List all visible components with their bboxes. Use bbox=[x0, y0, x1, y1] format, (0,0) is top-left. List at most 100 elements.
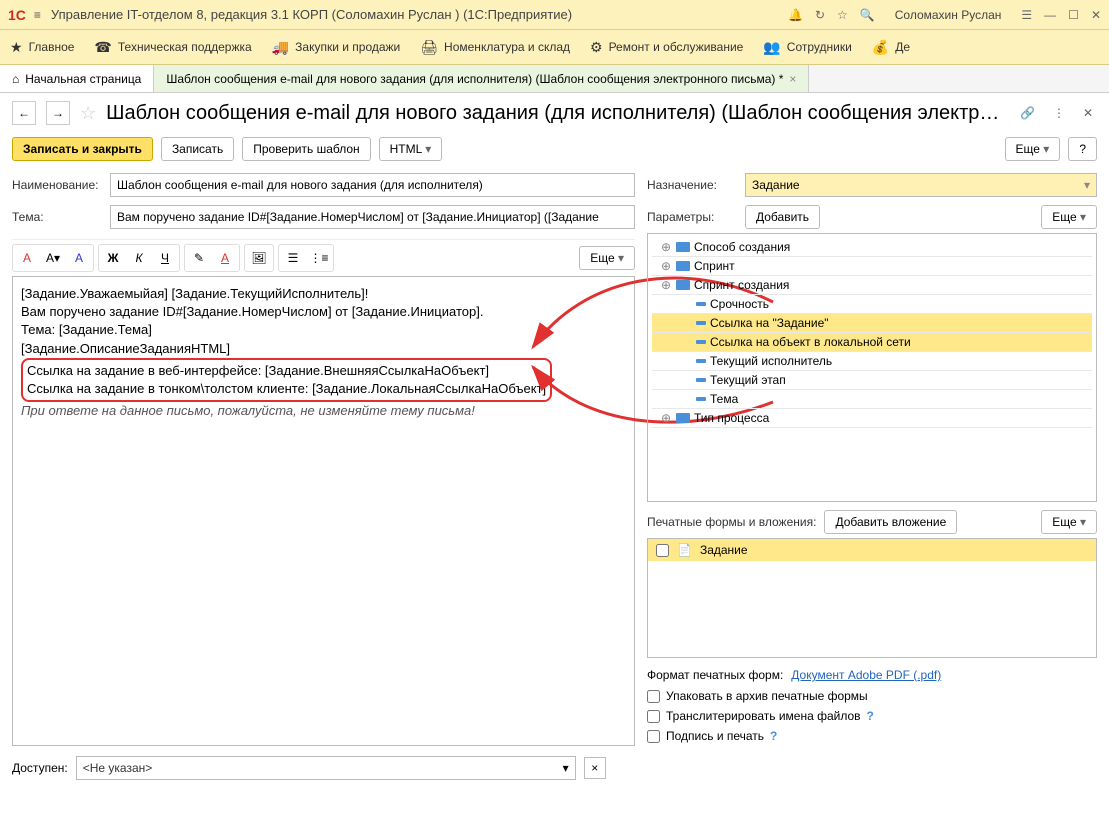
expand-icon[interactable]: ⊕ bbox=[660, 259, 672, 273]
chevron-down-icon[interactable]: ▾ bbox=[1084, 178, 1090, 192]
available-combo[interactable]: <Не указан> ▾ bbox=[76, 756, 576, 780]
expand-icon[interactable]: ⊕ bbox=[660, 278, 672, 292]
archive-checkbox[interactable] bbox=[647, 690, 660, 703]
tree-item[interactable]: Ссылка на "Задание" bbox=[652, 314, 1092, 333]
font-larger-button[interactable]: A bbox=[67, 247, 91, 269]
attach-item-label: Задание bbox=[700, 543, 748, 557]
help-icon[interactable]: ? bbox=[770, 729, 777, 743]
tree-label: Ссылка на "Задание" bbox=[710, 316, 829, 330]
close-icon[interactable]: ✕ bbox=[1091, 8, 1101, 22]
check-template-button[interactable]: Проверить шаблон bbox=[242, 137, 370, 161]
menu-icon[interactable]: ≡ bbox=[34, 8, 41, 22]
home-icon: ⌂ bbox=[12, 72, 19, 86]
params-tree[interactable]: ⊕Способ создания⊕Спринт⊕Спринт созданияС… bbox=[647, 233, 1097, 502]
field-icon bbox=[676, 413, 690, 423]
attach-label: Печатные формы и вложения: bbox=[647, 515, 816, 529]
editor-more-button[interactable]: Еще bbox=[579, 246, 635, 270]
nav-support[interactable]: ☎Техническая поддержка bbox=[94, 39, 251, 56]
chevron-down-icon[interactable]: ▾ bbox=[563, 761, 569, 775]
color-button[interactable]: A bbox=[213, 247, 237, 269]
bold-button[interactable]: Ж bbox=[101, 247, 125, 269]
format-link[interactable]: Документ Adobe PDF (.pdf) bbox=[791, 668, 941, 682]
save-button[interactable]: Записать bbox=[161, 137, 234, 161]
nav-money[interactable]: 💰Де bbox=[872, 39, 910, 56]
nav-staff[interactable]: 👥Сотрудники bbox=[763, 39, 851, 56]
tree-item[interactable]: ⊕Тип процесса bbox=[652, 409, 1092, 428]
highlight-button[interactable]: ✎ bbox=[187, 247, 211, 269]
user-name[interactable]: Соломахин Руслан bbox=[895, 8, 1002, 22]
tree-item[interactable]: Срочность bbox=[652, 295, 1092, 314]
list-number-button[interactable]: ⋮≡ bbox=[307, 247, 331, 269]
expand-icon[interactable]: ⊕ bbox=[660, 411, 672, 425]
nav-repair[interactable]: ⚙Ремонт и обслуживание bbox=[590, 39, 743, 56]
attachment-list[interactable]: 📄 Задание bbox=[647, 538, 1097, 658]
field-icon bbox=[676, 261, 690, 271]
settings-icon[interactable]: ☰ bbox=[1021, 8, 1032, 22]
nav-main[interactable]: ★Главное bbox=[10, 39, 74, 56]
favorite-icon[interactable]: ☆ bbox=[80, 103, 96, 124]
underline-button[interactable]: Ч bbox=[153, 247, 177, 269]
tree-item[interactable]: Текущий этап bbox=[652, 371, 1092, 390]
subject-input[interactable] bbox=[110, 205, 635, 229]
add-param-button[interactable]: Добавить bbox=[745, 205, 820, 229]
close-page-icon[interactable]: ✕ bbox=[1079, 104, 1097, 122]
tree-item[interactable]: Ссылка на объект в локальной сети bbox=[652, 333, 1092, 352]
link-icon[interactable]: 🔗 bbox=[1016, 104, 1039, 122]
editor-line: [Задание.Уважаемыйая] [Задание.ТекущийИс… bbox=[21, 285, 626, 303]
font-smaller-button[interactable]: A bbox=[15, 247, 39, 269]
params-label: Параметры: bbox=[647, 210, 737, 224]
name-input[interactable] bbox=[110, 173, 635, 197]
assign-combo[interactable]: Задание ▾ bbox=[745, 173, 1097, 197]
nav-forward[interactable]: → bbox=[46, 101, 70, 125]
clear-button[interactable]: × bbox=[584, 757, 606, 779]
nav-stock[interactable]: 🖨Номенклатура и склад bbox=[420, 39, 570, 56]
translit-checkbox[interactable] bbox=[647, 710, 660, 723]
bell-icon[interactable]: 🔔 bbox=[788, 8, 803, 22]
maximize-icon[interactable]: ☐ bbox=[1068, 8, 1079, 22]
editor-body[interactable]: [Задание.Уважаемыйая] [Задание.ТекущийИс… bbox=[12, 276, 635, 746]
minimize-icon[interactable]: — bbox=[1044, 8, 1056, 22]
truck-icon: 🚚 bbox=[272, 39, 289, 56]
tab-template[interactable]: Шаблон сообщения e-mail для нового задан… bbox=[154, 65, 809, 92]
expand-icon[interactable]: ⊕ bbox=[660, 240, 672, 254]
signature-checkbox[interactable] bbox=[647, 730, 660, 743]
field-icon bbox=[696, 321, 706, 325]
more-button[interactable]: Еще bbox=[1005, 137, 1061, 161]
editor-line: Вам поручено задание ID#[Задание.НомерЧи… bbox=[21, 303, 626, 321]
tree-item[interactable]: Текущий исполнитель bbox=[652, 352, 1092, 371]
tree-label: Тема bbox=[710, 392, 738, 406]
tree-item[interactable]: ⊕ Спринт bbox=[652, 257, 1092, 276]
html-button[interactable]: HTML bbox=[379, 137, 443, 161]
list-bullet-button[interactable]: ☰ bbox=[281, 247, 305, 269]
add-attachment-button[interactable]: Добавить вложение bbox=[824, 510, 957, 534]
font-select-button[interactable]: A▾ bbox=[41, 247, 65, 269]
more-icon[interactable]: ⋮ bbox=[1049, 104, 1069, 122]
tree-label: Текущий исполнитель bbox=[710, 354, 832, 368]
history-icon[interactable]: ↻ bbox=[815, 8, 825, 22]
nav-purchases[interactable]: 🚚Закупки и продажи bbox=[272, 39, 401, 56]
field-icon bbox=[696, 378, 706, 382]
tab-home[interactable]: ⌂Начальная страница bbox=[0, 65, 154, 92]
field-icon bbox=[696, 359, 706, 363]
star-icon: ★ bbox=[10, 39, 23, 56]
tree-item[interactable]: ⊕ Способ создания bbox=[652, 238, 1092, 257]
star-icon[interactable]: ☆ bbox=[837, 8, 848, 22]
attach-checkbox[interactable] bbox=[656, 544, 669, 557]
params-more-button[interactable]: Еще bbox=[1041, 205, 1097, 229]
tree-label: Способ создания bbox=[694, 240, 790, 254]
italic-button[interactable]: К bbox=[127, 247, 151, 269]
headset-icon: ☎ bbox=[94, 39, 111, 56]
search-icon[interactable]: 🔍 bbox=[860, 8, 875, 22]
tab-close-icon[interactable]: × bbox=[789, 72, 796, 86]
tree-item[interactable]: Тема bbox=[652, 390, 1092, 409]
tree-label: Спринт bbox=[694, 259, 735, 273]
attach-more-button[interactable]: Еще bbox=[1041, 510, 1097, 534]
editor-line: [Задание.ОписаниеЗаданияHTML] bbox=[21, 340, 626, 358]
tree-item[interactable]: ⊕Спринт создания bbox=[652, 276, 1092, 295]
save-close-button[interactable]: Записать и закрыть bbox=[12, 137, 153, 161]
help-button[interactable]: ? bbox=[1068, 137, 1097, 161]
page-title: Шаблон сообщения e-mail для нового задан… bbox=[106, 102, 1006, 125]
nav-back[interactable]: ← bbox=[12, 101, 36, 125]
image-button[interactable]: 🖼 bbox=[247, 247, 271, 269]
help-icon[interactable]: ? bbox=[867, 709, 874, 723]
